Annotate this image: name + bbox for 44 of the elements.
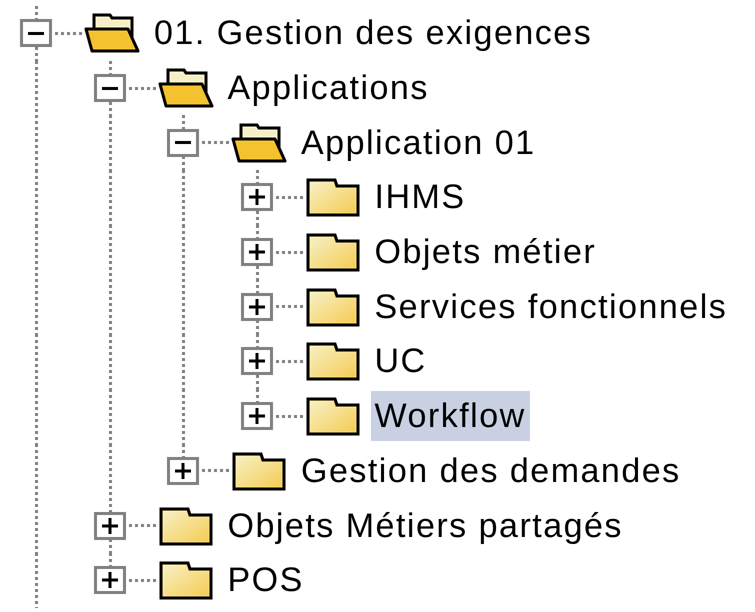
plus-icon xyxy=(246,353,266,370)
plus-icon xyxy=(100,518,120,534)
tree-item-label[interactable]: IHMS xyxy=(370,172,470,222)
expand-toggle[interactable] xyxy=(240,402,272,430)
collapse-toggle[interactable] xyxy=(94,74,126,102)
expand-toggle[interactable] xyxy=(240,347,272,376)
folder-icon xyxy=(231,450,287,491)
plus-icon xyxy=(100,572,120,588)
open-folder-icon xyxy=(158,68,214,108)
minus-icon xyxy=(175,141,191,144)
plus-icon xyxy=(246,298,266,315)
plus-icon xyxy=(246,189,266,206)
collapse-toggle[interactable] xyxy=(167,128,199,157)
folder-icon xyxy=(304,286,360,327)
tree-item-label[interactable]: Gestion des demandes xyxy=(297,446,685,496)
folder-icon xyxy=(304,396,360,436)
tree-item-label[interactable]: POS xyxy=(224,555,308,606)
tree-item-label[interactable]: Objets métier xyxy=(370,227,600,278)
folder-icon xyxy=(158,560,214,600)
folder-icon xyxy=(304,177,360,218)
tree-item-label[interactable]: UC xyxy=(370,336,431,386)
expand-toggle[interactable] xyxy=(94,566,126,594)
open-folder-icon xyxy=(231,122,287,163)
tree-item-label[interactable]: Services fonctionnels xyxy=(370,282,732,332)
tree-item-label[interactable]: 01. Gestion des exigences xyxy=(150,8,596,58)
tree-item-label[interactable]: Objets Métiers partagés xyxy=(224,500,627,551)
minus-icon xyxy=(28,32,44,35)
expand-toggle[interactable] xyxy=(240,238,272,266)
expand-toggle[interactable] xyxy=(94,512,126,540)
expand-toggle[interactable] xyxy=(167,456,199,485)
collapse-toggle[interactable] xyxy=(20,19,52,48)
expand-toggle[interactable] xyxy=(240,183,272,212)
folder-icon xyxy=(304,341,360,382)
folder-icon xyxy=(304,232,360,272)
tree-item-label[interactable]: Workflow xyxy=(370,391,530,442)
minus-icon xyxy=(102,86,118,90)
plus-icon xyxy=(173,462,193,479)
expand-toggle[interactable] xyxy=(240,292,272,321)
plus-icon xyxy=(246,408,266,424)
plus-icon xyxy=(246,244,266,260)
folder-icon xyxy=(158,506,214,546)
tree-item-label[interactable]: Applications xyxy=(224,63,433,114)
open-folder-icon xyxy=(84,13,140,54)
tree-item-label[interactable]: Application 01 xyxy=(297,118,540,168)
